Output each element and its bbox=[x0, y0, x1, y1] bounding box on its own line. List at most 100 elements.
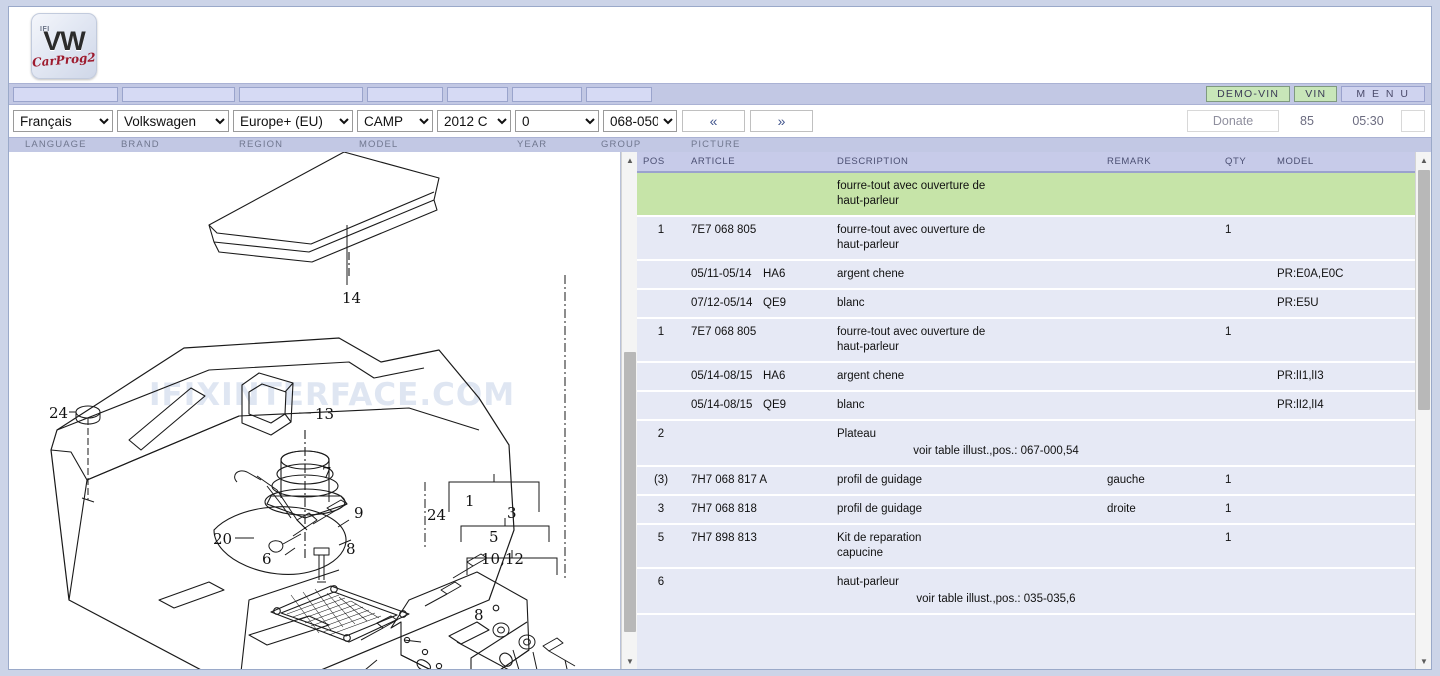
cell-article[interactable]: 07/12-05/14 QE9 bbox=[685, 289, 831, 319]
cell-description: haut-parleur voir table illust.,pos.: 035… bbox=[831, 568, 1101, 615]
column-header-qty[interactable]: QTY bbox=[1219, 152, 1271, 173]
table-header-row: POS ARTICLE DESCRIPTION REMARK QTY MODEL bbox=[637, 152, 1415, 173]
select-language[interactable]: Français bbox=[13, 110, 113, 132]
table-row[interactable]: 1 7E7 068 805 fourre-tout avec ouverture d… bbox=[637, 318, 1415, 363]
application-window: IFI VW CarProg2 DEMO-VIN VIN M E N U Fra… bbox=[8, 6, 1432, 670]
table-row[interactable]: 2 Plateau voir table illust.,pos.: 067-000… bbox=[637, 420, 1415, 467]
cell-description: fourre-tout avec ouverture de haut-parleu… bbox=[831, 172, 1101, 217]
status-end-box[interactable] bbox=[1401, 110, 1425, 132]
cell-description: Plateau voir table illust.,pos.: 067-000,… bbox=[831, 420, 1101, 467]
select-model[interactable]: CAMP bbox=[357, 110, 433, 132]
table-row[interactable]: 07/12-05/14 QE9 blanc PR:E5U bbox=[637, 289, 1415, 319]
tab-slot-2[interactable] bbox=[122, 86, 235, 102]
table-row[interactable]: 05/14-08/15 QE9 blanc PR:lI2,lI4 bbox=[637, 391, 1415, 421]
cell-pos: (3) bbox=[637, 466, 685, 496]
cell-article[interactable]: 7E7 068 805 bbox=[685, 318, 831, 363]
label-region: REGION bbox=[239, 139, 284, 150]
cell-remark bbox=[1101, 362, 1219, 392]
tab-slot-5[interactable] bbox=[447, 86, 508, 102]
logo-header: IFI VW CarProg2 bbox=[9, 7, 1431, 83]
table-row[interactable]: 05/14-08/15 HA6 argent chene PR:lI1,lI3 bbox=[637, 362, 1415, 392]
scroll-down-icon[interactable]: ▼ bbox=[622, 653, 638, 669]
table-row[interactable]: 1 7E7 068 805 fourre-tout avec ouverture d… bbox=[637, 216, 1415, 261]
cell-article[interactable] bbox=[685, 172, 831, 217]
cell-model bbox=[1271, 172, 1415, 217]
tab-slot-3[interactable] bbox=[239, 86, 363, 102]
svg-text:24: 24 bbox=[427, 506, 446, 524]
cell-qty bbox=[1219, 172, 1271, 217]
selector-label-row: LANGUAGE BRAND REGION MODEL YEAR GROUP PICTURE bbox=[9, 137, 1431, 152]
column-header-pos[interactable]: POS bbox=[637, 152, 685, 173]
cell-description: argent chene bbox=[831, 260, 1101, 290]
main-content: IFIXINTERFACE.COM 24 13 14 7 9 20 8 6 1 … bbox=[9, 152, 1431, 669]
cell-remark bbox=[1101, 318, 1219, 363]
cell-model bbox=[1271, 216, 1415, 261]
column-header-article[interactable]: ARTICLE bbox=[685, 152, 831, 173]
tab-slot-1[interactable] bbox=[13, 86, 118, 102]
prev-picture-button[interactable]: « bbox=[682, 110, 745, 132]
table-row[interactable]: 3 7H7 068 818 profil de guidage droite 1 bbox=[637, 495, 1415, 525]
table-row[interactable]: (3) 7H7 068 817 Aprofil de guidage gauche 1 bbox=[637, 466, 1415, 496]
svg-text:10,12: 10,12 bbox=[481, 550, 524, 568]
cell-article[interactable]: 7H7 068 817 A bbox=[685, 466, 831, 496]
scroll-up-icon[interactable]: ▲ bbox=[622, 152, 638, 168]
cell-article[interactable]: 05/11-05/14 HA6 bbox=[685, 260, 831, 290]
select-year[interactable]: 2012 C bbox=[437, 110, 511, 132]
app-logo[interactable]: IFI VW CarProg2 bbox=[31, 13, 97, 79]
cell-pos bbox=[637, 260, 685, 290]
tab-slot-7[interactable] bbox=[586, 86, 652, 102]
table-row[interactable]: fourre-tout avec ouverture de haut-parleu… bbox=[637, 172, 1415, 217]
column-header-description[interactable]: DESCRIPTION bbox=[831, 152, 1101, 173]
parts-table-pane: POS ARTICLE DESCRIPTION REMARK QTY MODEL four… bbox=[637, 152, 1415, 669]
table-scroll-up-icon[interactable]: ▲ bbox=[1416, 152, 1431, 168]
logo-vw-text: VW bbox=[43, 26, 85, 57]
diagram-pane[interactable]: IFIXINTERFACE.COM 24 13 14 7 9 20 8 6 1 … bbox=[9, 152, 621, 669]
status-group: Donate 85 05:30 bbox=[1187, 110, 1425, 132]
cell-description: Kit de reparation capucine bbox=[831, 524, 1101, 569]
select-region[interactable]: Europe+ (EU) bbox=[233, 110, 353, 132]
diagram-scroll-thumb[interactable] bbox=[624, 352, 636, 632]
cell-article[interactable] bbox=[685, 568, 831, 615]
cell-article[interactable]: 7H7 068 818 bbox=[685, 495, 831, 525]
table-scrollbar[interactable]: ▲ ▼ bbox=[1415, 152, 1431, 669]
diagram-scrollbar[interactable]: ▲ ▼ bbox=[621, 152, 637, 669]
cell-pos: 1 bbox=[637, 318, 685, 363]
donate-button[interactable]: Donate bbox=[1187, 110, 1279, 132]
tab-slot-6[interactable] bbox=[512, 86, 582, 102]
select-group[interactable]: 0 bbox=[515, 110, 599, 132]
cell-reference[interactable]: voir table illust.,pos.: 035-035,6 bbox=[897, 592, 1095, 607]
cell-article[interactable]: 05/14-08/15 HA6 bbox=[685, 362, 831, 392]
cell-article[interactable] bbox=[685, 420, 831, 467]
column-header-remark[interactable]: REMARK bbox=[1101, 152, 1219, 173]
cell-model: PR:E0A,E0C bbox=[1271, 260, 1415, 290]
svg-text:9: 9 bbox=[354, 504, 364, 522]
cell-remark bbox=[1101, 216, 1219, 261]
cell-article[interactable]: 7H7 898 813 bbox=[685, 524, 831, 569]
next-picture-button[interactable]: » bbox=[750, 110, 813, 132]
cell-remark: droite bbox=[1101, 495, 1219, 525]
cell-remark bbox=[1101, 260, 1219, 290]
cell-model bbox=[1271, 318, 1415, 363]
vin-button[interactable]: VIN bbox=[1294, 86, 1338, 102]
demo-vin-button[interactable]: DEMO-VIN bbox=[1206, 86, 1291, 102]
cell-model bbox=[1271, 466, 1415, 496]
table-scroll-down-icon[interactable]: ▼ bbox=[1416, 653, 1431, 669]
select-brand[interactable]: Volkswagen bbox=[117, 110, 229, 132]
svg-text:13: 13 bbox=[315, 405, 334, 423]
select-picture[interactable]: 068-050 bbox=[603, 110, 677, 132]
cell-remark bbox=[1101, 568, 1219, 615]
cell-reference[interactable]: voir table illust.,pos.: 067-000,54 bbox=[897, 444, 1095, 459]
column-header-model[interactable]: MODEL bbox=[1271, 152, 1415, 173]
table-row[interactable]: 6 haut-parleur voir table illust.,pos.: 03… bbox=[637, 568, 1415, 615]
menu-button[interactable]: M E N U bbox=[1341, 86, 1425, 102]
cell-pos: 5 bbox=[637, 524, 685, 569]
tab-slot-4[interactable] bbox=[367, 86, 443, 102]
table-row[interactable]: 5 7H7 898 813 Kit de reparation capucine 1 bbox=[637, 524, 1415, 569]
cell-article[interactable]: 05/14-08/15 QE9 bbox=[685, 391, 831, 421]
cell-model bbox=[1271, 568, 1415, 615]
table-scroll-thumb[interactable] bbox=[1418, 170, 1430, 410]
cell-article[interactable]: 7E7 068 805 bbox=[685, 216, 831, 261]
cell-description: argent chene bbox=[831, 362, 1101, 392]
svg-text:24: 24 bbox=[49, 404, 68, 422]
table-row[interactable]: 05/11-05/14 HA6 argent chene PR:E0A,E0C bbox=[637, 260, 1415, 290]
